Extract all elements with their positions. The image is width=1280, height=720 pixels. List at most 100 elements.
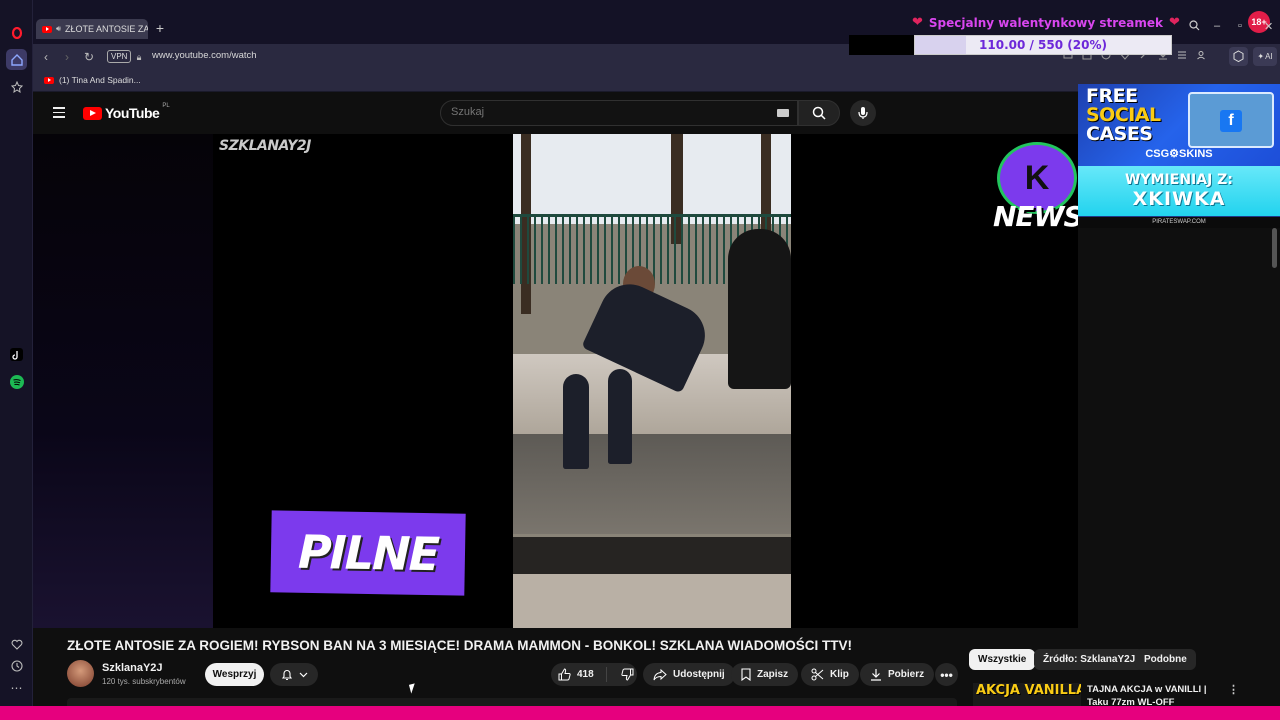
download-icon: [871, 669, 881, 681]
video-frame: [513, 134, 791, 628]
ad-line3: CASES: [1086, 123, 1153, 145]
bell-icon: [281, 670, 292, 681]
browser-sidebar: ⋯: [0, 0, 33, 720]
news-logo-text: NEWS: [993, 200, 1078, 233]
like-count: 418: [577, 669, 594, 680]
minimize-icon[interactable]: –: [1214, 20, 1220, 32]
support-button[interactable]: Wesprzyj: [205, 663, 264, 686]
more-actions-button[interactable]: •••: [935, 663, 958, 686]
description-box-edge: [67, 698, 957, 706]
subscriber-count: 120 tys. subskrybentów: [102, 677, 186, 686]
thumb-down-icon: [621, 668, 634, 681]
scissors-icon: [811, 668, 824, 681]
share-button[interactable]: Udostępnij: [643, 663, 735, 686]
search-input[interactable]: [451, 106, 771, 118]
suggestion-thumb-text: AKCJA VANILLA: [976, 683, 1081, 698]
chevron-down-icon: [299, 672, 307, 677]
pilne-overlay: PILNE: [270, 510, 466, 596]
channel-name[interactable]: SzklanaY2J: [102, 662, 163, 674]
vpn-badge[interactable]: VPN: [107, 50, 132, 63]
video-sky: [513, 134, 791, 224]
save-label: Zapisz: [757, 669, 789, 680]
stream-title-text: Specjalny walentynkowy streamek: [928, 15, 1163, 30]
bookmark-item[interactable]: (1) Tina And Spadin...: [44, 75, 141, 85]
channel-watermark: SZKLANAY2J: [219, 138, 311, 154]
bookmark-label: (1) Tina And Spadin...: [59, 75, 141, 85]
video-path: [513, 434, 791, 534]
clip-label: Klip: [830, 669, 849, 680]
forward-icon[interactable]: ›: [58, 48, 76, 66]
more-vertical-icon[interactable]: ⋮: [1228, 683, 1239, 696]
notifications-button[interactable]: [270, 663, 318, 686]
video-dark-bar: [513, 537, 791, 574]
ad-swap-text: WYMIENIAJ Z:: [1125, 172, 1233, 188]
back-icon[interactable]: ‹: [37, 48, 55, 66]
mouse-cursor-icon: [408, 683, 418, 694]
thumb-up-icon: [558, 668, 571, 681]
dislike-button[interactable]: [613, 668, 634, 681]
video-title: ZŁOTE ANTOSIE ZA ROGIEM! RYBSON BAN NA 3…: [67, 638, 852, 653]
url-field[interactable]: www.youtube.com/watch: [152, 50, 257, 61]
tab-title: ZŁOTE ANTOSIE ZA R: [65, 24, 148, 34]
tab-youtube[interactable]: 🔊︎ ZŁOTE ANTOSIE ZA R: [36, 19, 148, 39]
more-icon[interactable]: ⋯: [6, 677, 27, 698]
player-background: [33, 134, 213, 628]
suggestion-title[interactable]: TAJNA AKCJA w VANILLI | Taku 77zm WL-OFF: [1087, 683, 1225, 707]
ad-site: PIRATESWAP.COM: [1078, 217, 1280, 228]
country-code: PL: [162, 103, 170, 109]
pilne-text: PILNE: [297, 524, 439, 582]
ad-banner[interactable]: FREE SOCIAL CASES f CSG⚙SKINS WYMIENIAJ …: [1078, 84, 1280, 228]
scrollbar[interactable]: [1272, 228, 1277, 268]
spotify-icon[interactable]: [6, 371, 27, 392]
new-tab-button[interactable]: +: [152, 20, 168, 36]
save-button[interactable]: Zapisz: [731, 663, 799, 686]
video-player[interactable]: SZKLANAY2J PILNE K NEWS: [33, 134, 1078, 628]
right-column: [1078, 228, 1280, 628]
chip-source[interactable]: Źródło: SzklanaY2J: [1034, 649, 1145, 670]
voice-search-button[interactable]: [850, 100, 876, 126]
home-icon[interactable]: [6, 49, 27, 70]
heart-icon[interactable]: [6, 634, 27, 655]
tiktok-icon[interactable]: [6, 344, 27, 365]
ad-brand: CSG⚙SKINS: [1145, 148, 1213, 160]
search-tabs-icon[interactable]: [1189, 20, 1200, 34]
donation-goal-bar: 110.00 / 550 (20%): [914, 35, 1172, 55]
search-box: [440, 100, 798, 126]
opera-logo-icon[interactable]: [6, 22, 27, 43]
download-label: Pobierz: [888, 669, 925, 680]
maximize-icon[interactable]: ▫: [1238, 20, 1242, 32]
profile-icon[interactable]: [1196, 50, 1206, 60]
extensions-cube-icon[interactable]: [1229, 47, 1248, 66]
lock-icon[interactable]: 🔒︎: [130, 48, 148, 66]
ad-headline: FREE SOCIAL CASES: [1086, 87, 1161, 144]
menu-lines-icon[interactable]: [1177, 50, 1187, 60]
video-person-leg: [608, 369, 632, 464]
history-icon[interactable]: [6, 655, 27, 676]
aria-icon: ✦: [1257, 52, 1265, 61]
clip-button[interactable]: Klip: [801, 663, 859, 686]
menu-icon[interactable]: [53, 107, 65, 121]
aria-ai-button[interactable]: ✦ AI: [1253, 47, 1277, 66]
ad-code: XKIWKA: [1132, 188, 1226, 210]
star-icon[interactable]: [6, 76, 27, 97]
channel-avatar[interactable]: [67, 660, 94, 687]
youtube-logo[interactable]: YouTube PL: [83, 103, 170, 121]
keyboard-icon[interactable]: [777, 109, 789, 117]
more-horizontal-icon: •••: [940, 667, 953, 682]
chip-related[interactable]: Podobne: [1135, 649, 1196, 670]
reload-icon[interactable]: ↻: [80, 48, 98, 66]
chip-all[interactable]: Wszystkie: [969, 649, 1036, 670]
ad-case-image: f: [1188, 92, 1274, 148]
search-button[interactable]: [798, 100, 840, 126]
download-button[interactable]: Pobierz: [860, 663, 935, 686]
close-icon[interactable]: ✕: [1264, 20, 1273, 33]
speaker-icon[interactable]: 🔊︎: [56, 24, 61, 34]
suggestion-thumbnail[interactable]: AKCJA VANILLA: [973, 683, 1081, 707]
youtube-header: YouTube PL: [33, 92, 1078, 134]
video-person-leg: [563, 374, 589, 469]
youtube-play-icon: [83, 106, 102, 120]
like-button[interactable]: 418: [551, 667, 607, 682]
bookmark-icon: [741, 668, 751, 681]
microphone-icon: [858, 107, 868, 119]
goal-text: 110.00 / 550 (20%): [979, 38, 1107, 52]
